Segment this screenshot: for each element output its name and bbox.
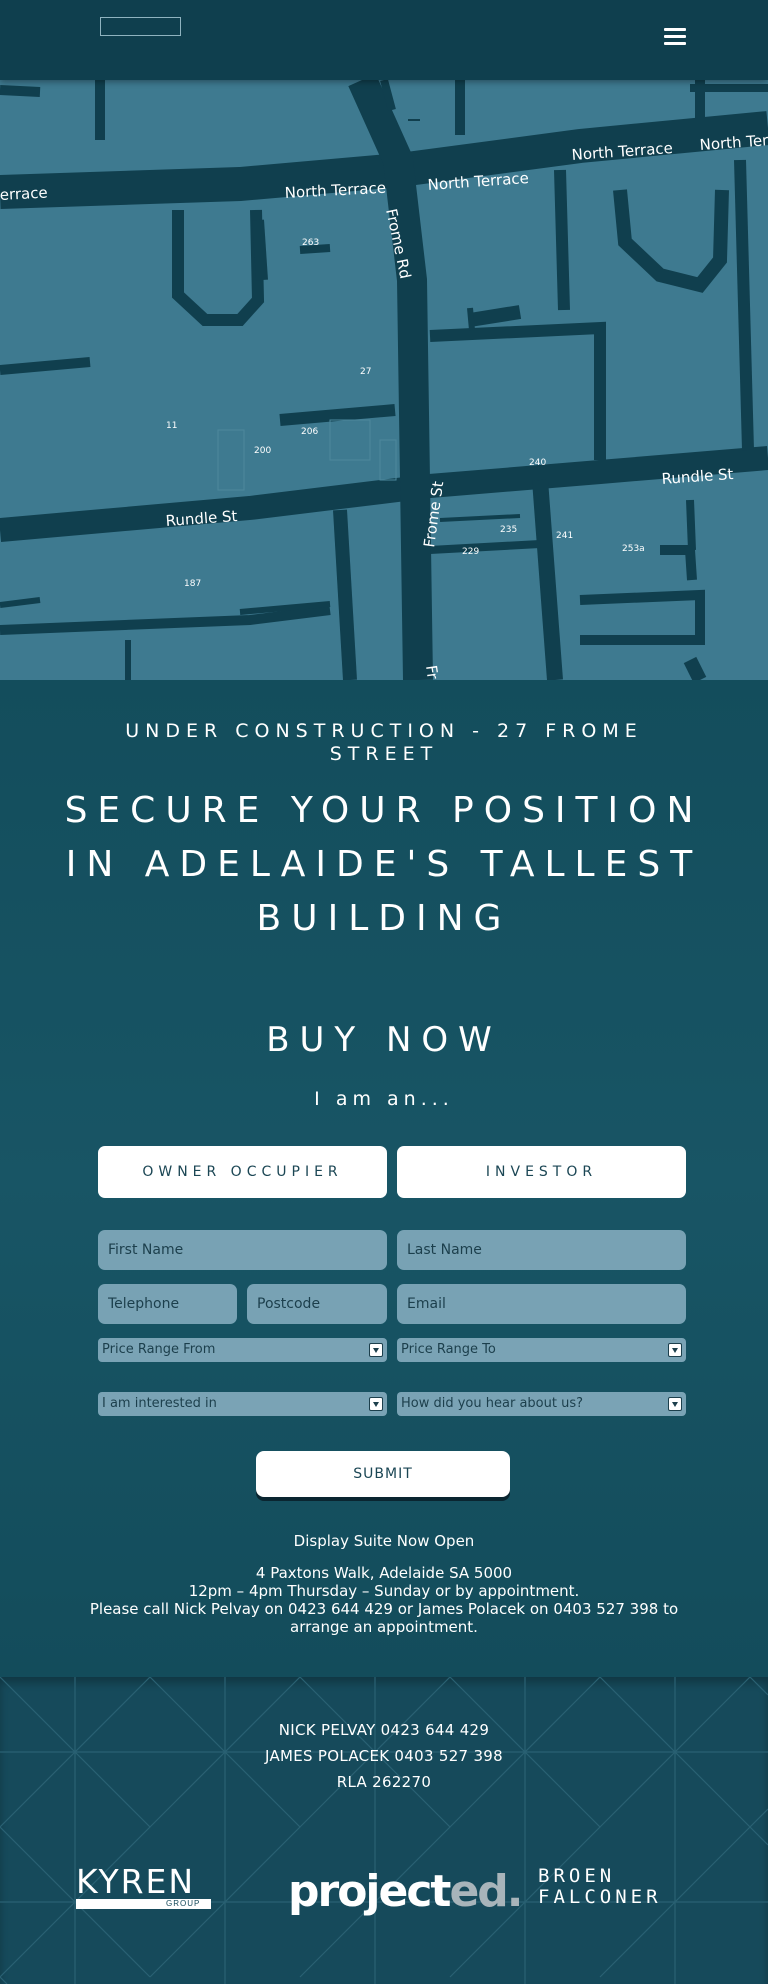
kyren-wordmark: KYREN	[76, 1862, 196, 1901]
map-label-north-terrace-left: errace	[0, 184, 48, 204]
chevron-down-icon	[668, 1397, 682, 1411]
price-from-value: Price Range From	[102, 1342, 216, 1357]
projected-wordmark-grey: ed.	[449, 1866, 523, 1917]
interested-in-select[interactable]: I am interested in	[98, 1392, 387, 1416]
site-logo[interactable]	[100, 17, 181, 36]
enquiry-section: UNDER CONSTRUCTION - 27 FROME STREET SEC…	[0, 680, 768, 1677]
map-number: 229	[462, 547, 479, 557]
site-header	[0, 0, 768, 80]
chevron-down-icon	[369, 1343, 383, 1357]
contact-nick: NICK PELVAY 0423 644 429	[278, 1721, 490, 1739]
kyren-group-text: GROUP	[166, 1899, 201, 1908]
map-number: 253a	[622, 544, 645, 554]
investor-button[interactable]: INVESTOR	[397, 1146, 686, 1198]
hamburger-menu-icon[interactable]	[664, 28, 686, 46]
map-number: 200	[254, 446, 271, 456]
display-suite-heading: Display Suite Now Open	[293, 1532, 475, 1550]
map-number: 11	[166, 421, 177, 431]
projected-wordmark-white: project	[288, 1866, 451, 1917]
price-from-select[interactable]: Price Range From	[98, 1338, 387, 1362]
hero-headline: SECURE YOUR POSITION IN ADELAIDE'S TALLE…	[64, 790, 704, 939]
falconer-wordmark: FALCONER	[538, 1886, 662, 1908]
map-number: 263	[302, 238, 319, 248]
map-number: 235	[500, 525, 517, 535]
display-suite-address: 4 Paxtons Walk, Adelaide SA 5000	[255, 1564, 513, 1582]
buy-now-heading: BUY NOW	[266, 1020, 502, 1060]
broen-wordmark: BROEN	[538, 1865, 616, 1887]
kyren-group-logo[interactable]: KYREN GROUP	[76, 1865, 211, 1911]
price-to-select[interactable]: Price Range To	[397, 1338, 686, 1362]
postcode-field[interactable]	[247, 1284, 387, 1324]
chevron-down-icon	[668, 1343, 682, 1357]
submit-button[interactable]: SUBMIT	[256, 1451, 510, 1497]
map-number: 240	[529, 458, 546, 468]
contact-james: JAMES POLACEK 0403 527 398	[264, 1747, 503, 1765]
construction-kicker: UNDER CONSTRUCTION - 27 FROME STREET	[125, 720, 643, 765]
telephone-field[interactable]	[98, 1284, 237, 1324]
site-footer: NICK PELVAY 0423 644 429 JAMES POLACEK 0…	[0, 1677, 768, 1984]
interested-in-value: I am interested in	[102, 1396, 217, 1411]
map-number: 187	[184, 579, 201, 589]
map-canvas: errace North Terrace North Terrace North…	[0, 80, 768, 680]
appointment-text: Please call Nick Pelvay on 0423 644 429 …	[89, 1600, 679, 1636]
map-number: 241	[556, 531, 573, 541]
rla-number: RLA 262270	[336, 1773, 432, 1791]
display-suite-hours: 12pm – 4pm Thursday – Sunday or by appoi…	[188, 1582, 580, 1600]
buyer-type-prompt: I am an...	[314, 1088, 454, 1110]
map-label-frome-bottom: Fr	[422, 664, 442, 680]
price-to-value: Price Range To	[401, 1342, 496, 1357]
hear-about-select[interactable]: How did you hear about us?	[397, 1392, 686, 1416]
broen-falconer-logo[interactable]: BROEN FALCONER	[538, 1866, 698, 1910]
chevron-down-icon	[369, 1397, 383, 1411]
projected-logo[interactable]: projected.	[288, 1866, 524, 1917]
location-map[interactable]: errace North Terrace North Terrace North…	[0, 80, 768, 680]
hear-about-value: How did you hear about us?	[401, 1396, 583, 1411]
map-number: 27	[360, 367, 371, 377]
owner-occupier-button[interactable]: OWNER OCCUPIER	[98, 1146, 387, 1198]
last-name-field[interactable]	[397, 1230, 686, 1270]
map-number: 206	[301, 427, 318, 437]
email-field[interactable]	[397, 1284, 686, 1324]
first-name-field[interactable]	[98, 1230, 387, 1270]
